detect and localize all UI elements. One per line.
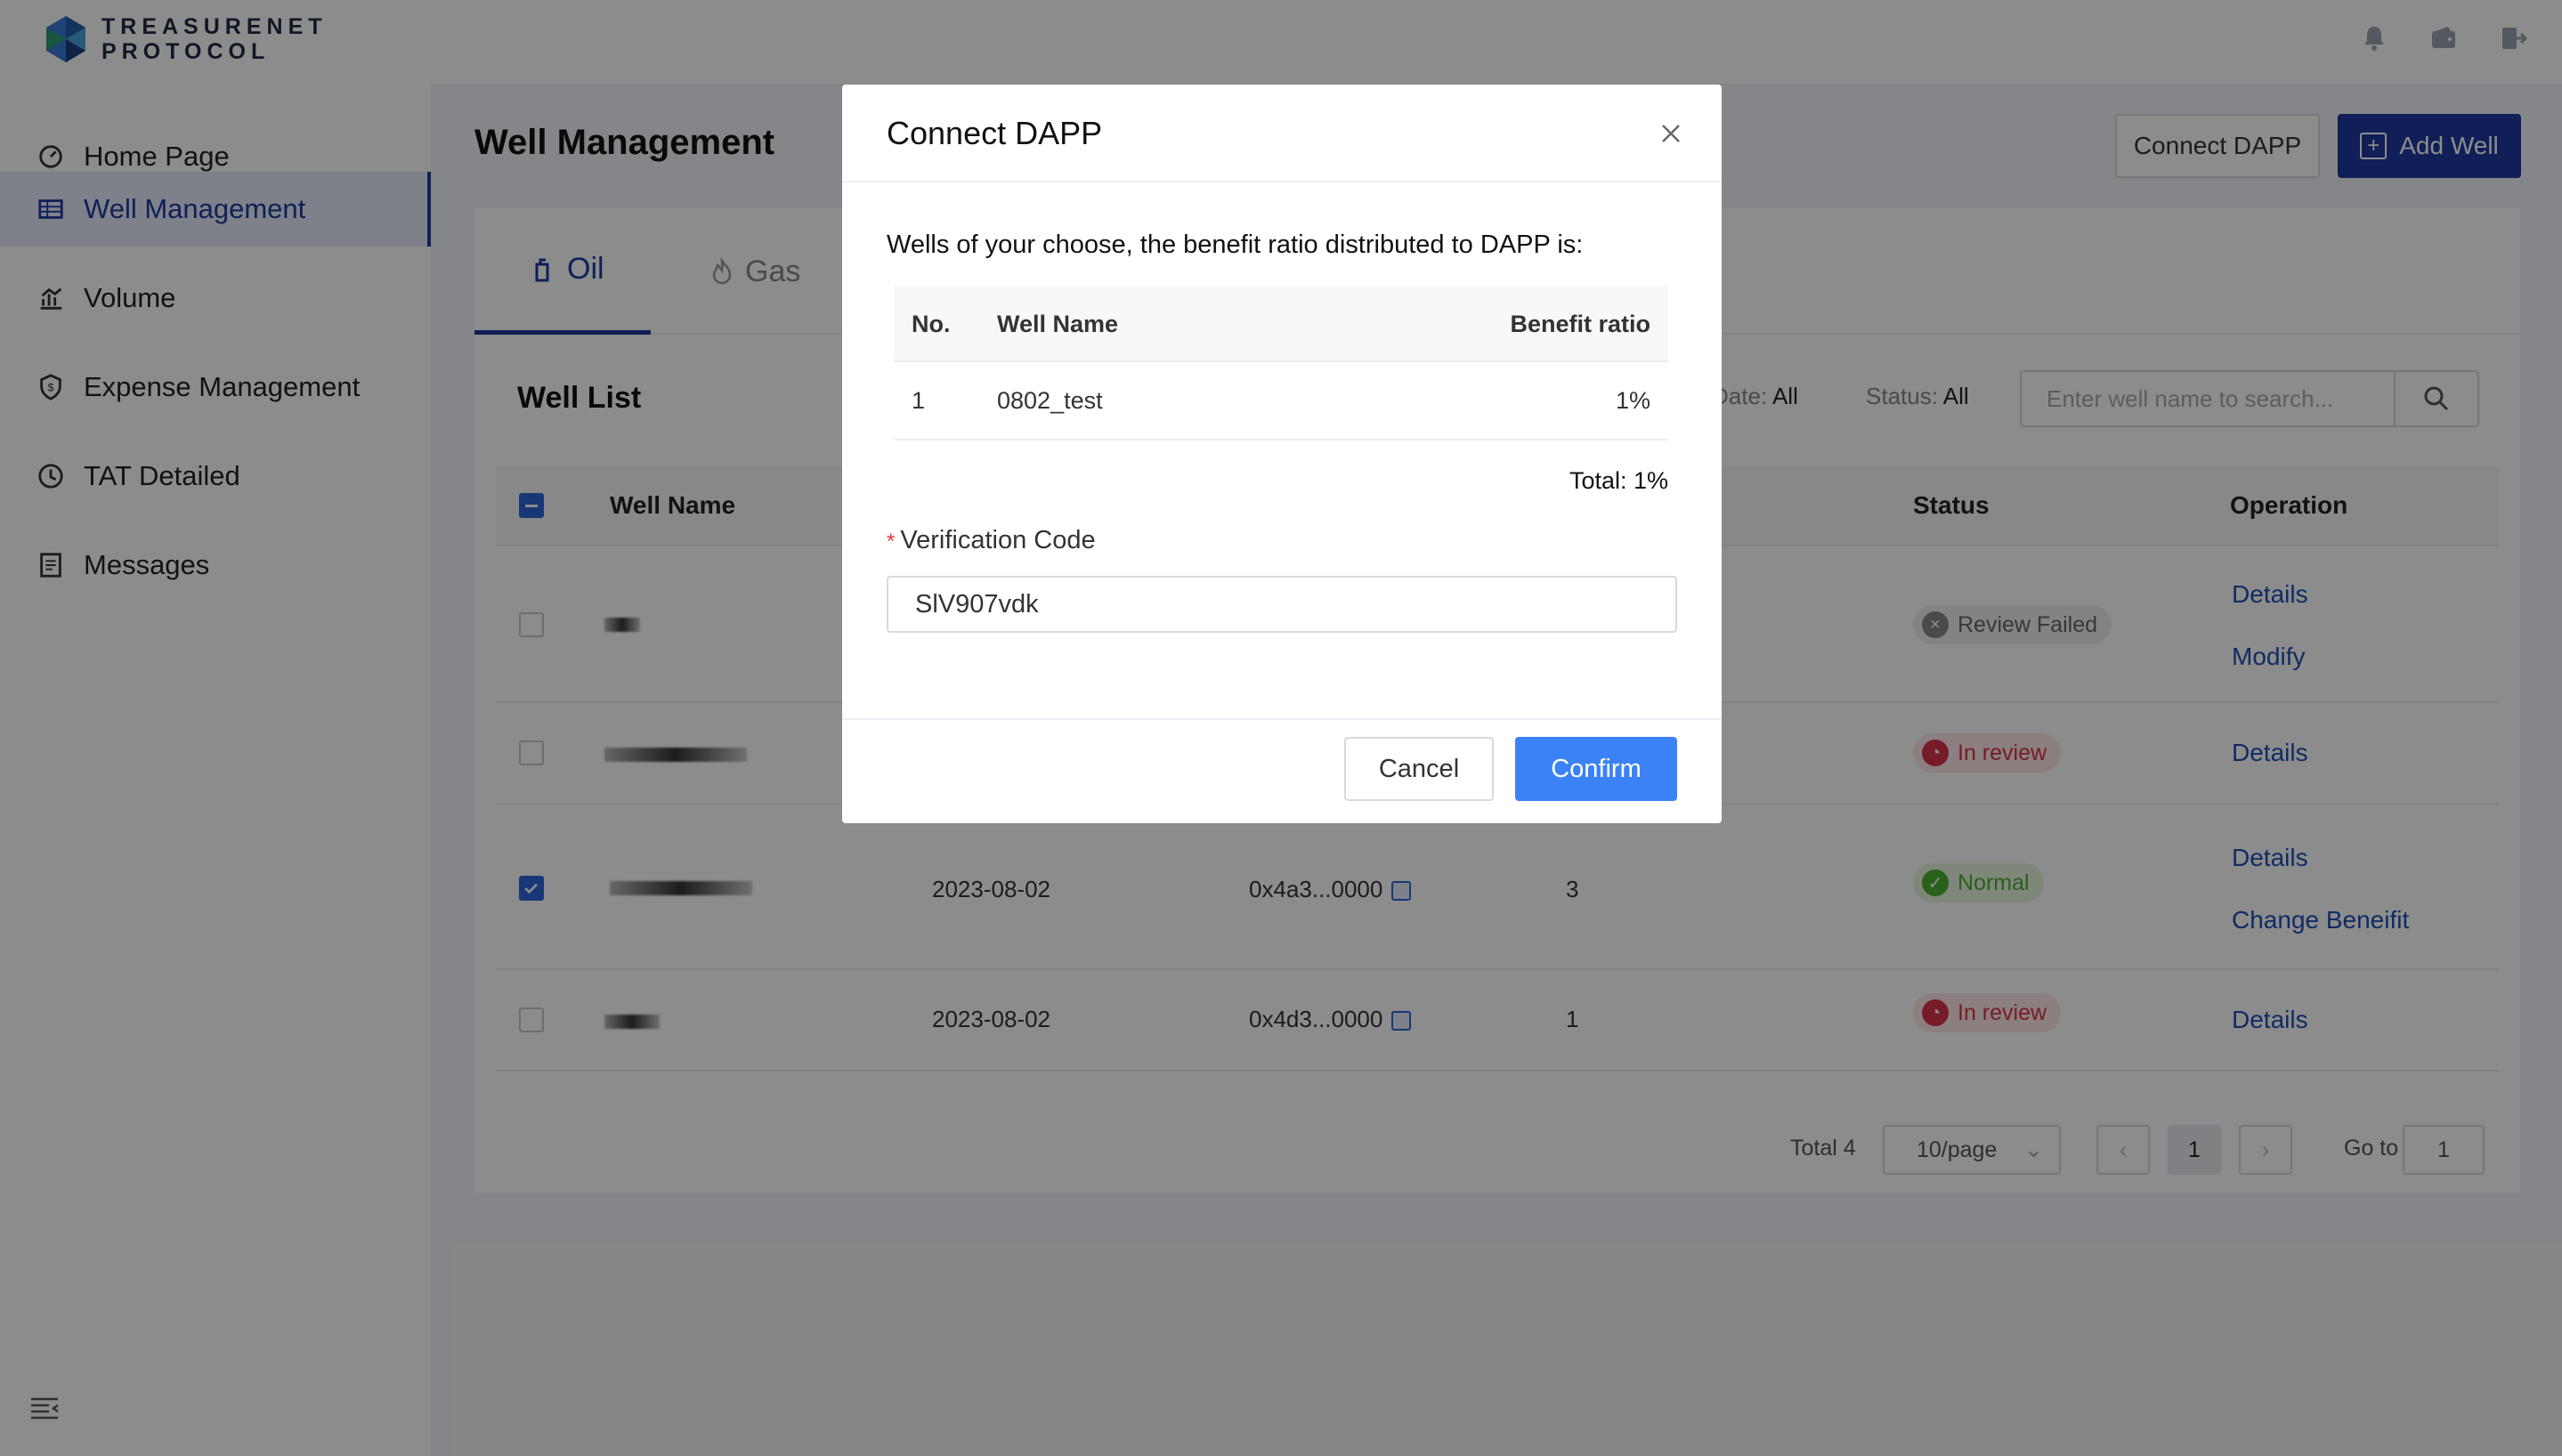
close-icon[interactable] xyxy=(1656,118,1686,149)
benefit-table-row: 1 0802_test 1% xyxy=(894,362,1668,441)
required-asterisk: * xyxy=(887,530,896,554)
column-benefit-ratio: Benefit ratio xyxy=(1510,311,1650,337)
modal-footer-divider xyxy=(842,718,1722,720)
row-benefit-ratio: 1% xyxy=(1615,387,1650,414)
modal-title: Connect DAPP xyxy=(887,115,1103,151)
row-well-name: 0802_test xyxy=(997,387,1103,414)
connect-dapp-modal: Connect DAPP Wells of your choose, the b… xyxy=(842,85,1722,823)
verification-label-text: Verification Code xyxy=(900,526,1096,554)
benefit-table-header: No. Well Name Benefit ratio xyxy=(894,286,1668,362)
column-no: No. xyxy=(912,311,951,337)
cancel-button[interactable]: Cancel xyxy=(1344,737,1494,801)
modal-description: Wells of your choose, the benefit ratio … xyxy=(887,231,1584,259)
confirm-button[interactable]: Confirm xyxy=(1515,737,1677,801)
verification-code-input[interactable] xyxy=(887,576,1677,633)
column-well-name: Well Name xyxy=(997,311,1119,337)
benefit-total: Total: 1% xyxy=(1569,467,1668,494)
row-no: 1 xyxy=(912,387,926,414)
verification-code-label: * Verification Code xyxy=(887,526,1096,555)
modal-header: Connect DAPP xyxy=(842,85,1722,182)
